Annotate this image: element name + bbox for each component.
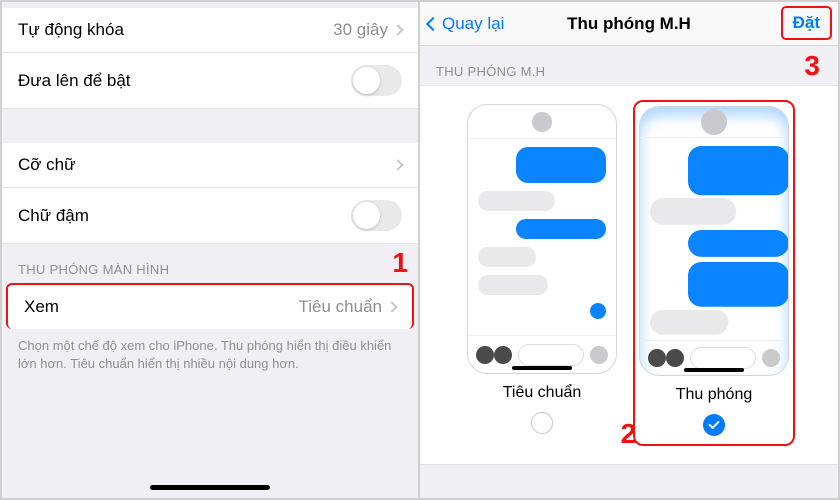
chat-bubble — [688, 262, 788, 307]
auto-lock-label: Tự động khóa — [18, 20, 124, 40]
chat-bubble — [688, 146, 788, 195]
text-input-mock — [518, 344, 584, 366]
bold-text-label: Chữ đậm — [18, 206, 89, 226]
camera-icon — [648, 349, 666, 367]
set-button[interactable]: Đặt — [781, 6, 832, 40]
zoom-options: Tiêu chuẩn — [420, 85, 838, 465]
avatar-icon — [532, 112, 552, 132]
back-label: Quay lại — [442, 14, 504, 34]
raise-to-wake-toggle[interactable] — [351, 65, 402, 96]
chevron-right-icon — [392, 159, 403, 170]
auto-lock-value: 30 giây — [333, 20, 388, 40]
chat-bubble — [688, 230, 788, 257]
view-value: Tiêu chuẩn — [299, 297, 382, 317]
app-store-icon — [494, 346, 512, 364]
text-input-mock — [690, 347, 756, 369]
raise-to-wake-label: Đưa lên để bật — [18, 71, 131, 91]
chat-bubble — [516, 147, 606, 183]
display-zoom-detail-pane: Quay lại Thu phóng M.H Đặt 3 THU PHÓNG M… — [420, 2, 838, 498]
page-title: Thu phóng M.H — [567, 14, 691, 34]
home-indicator — [512, 366, 572, 370]
mic-icon — [590, 346, 608, 364]
bold-text-toggle[interactable] — [351, 200, 402, 231]
home-indicator — [684, 368, 744, 372]
display-zoom-section-header: THU PHÓNG MÀN HÌNH — [2, 244, 418, 283]
display-zoom-footer: Chọn một chế độ xem cho iPhone. Thu phón… — [2, 329, 418, 385]
option-zoomed[interactable]: Thu phóng — [633, 100, 795, 446]
section-gap — [2, 109, 418, 143]
back-button[interactable]: Quay lại — [428, 14, 504, 34]
settings-display-pane: Tự động khóa 30 giây Đưa lên để bật Cỡ c… — [2, 2, 420, 498]
auto-lock-row[interactable]: Tự động khóa 30 giây — [2, 8, 418, 53]
zoom-section-header: THU PHÓNG M.H — [420, 46, 838, 85]
option-standard[interactable]: Tiêu chuẩn — [463, 100, 621, 446]
chat-bubble — [650, 198, 736, 225]
avatar-icon — [701, 109, 727, 135]
annotation-2: 2 — [621, 418, 637, 450]
home-indicator — [150, 485, 270, 490]
camera-icon — [476, 346, 494, 364]
chat-bubble — [478, 191, 555, 211]
view-row[interactable]: Xem Tiêu chuẩn — [6, 283, 414, 329]
chat-bubble — [478, 247, 536, 267]
chat-bubble — [478, 275, 548, 295]
chevron-left-icon — [426, 16, 440, 30]
preview-zoomed — [639, 106, 789, 376]
navbar: Quay lại Thu phóng M.H Đặt — [420, 2, 838, 46]
bold-text-row[interactable]: Chữ đậm — [2, 188, 418, 244]
option-zoomed-label: Thu phóng — [676, 386, 753, 404]
chevron-right-icon — [386, 301, 397, 312]
text-size-label: Cỡ chữ — [18, 155, 75, 175]
annotation-3: 3 — [804, 50, 820, 82]
chevron-right-icon — [392, 24, 403, 35]
raise-to-wake-row[interactable]: Đưa lên để bật — [2, 53, 418, 109]
chat-bubble — [516, 219, 606, 239]
preview-standard — [467, 104, 617, 374]
option-standard-radio[interactable] — [531, 412, 553, 434]
option-zoomed-radio[interactable] — [703, 414, 725, 436]
set-label: Đặt — [793, 13, 820, 32]
view-label: Xem — [24, 297, 59, 317]
typing-indicator-icon — [590, 303, 606, 319]
chat-bubble — [650, 310, 729, 335]
option-standard-label: Tiêu chuẩn — [503, 384, 582, 402]
mic-icon — [762, 349, 780, 367]
annotation-1: 1 — [392, 247, 408, 279]
app-store-icon — [666, 349, 684, 367]
text-size-row[interactable]: Cỡ chữ — [2, 143, 418, 188]
